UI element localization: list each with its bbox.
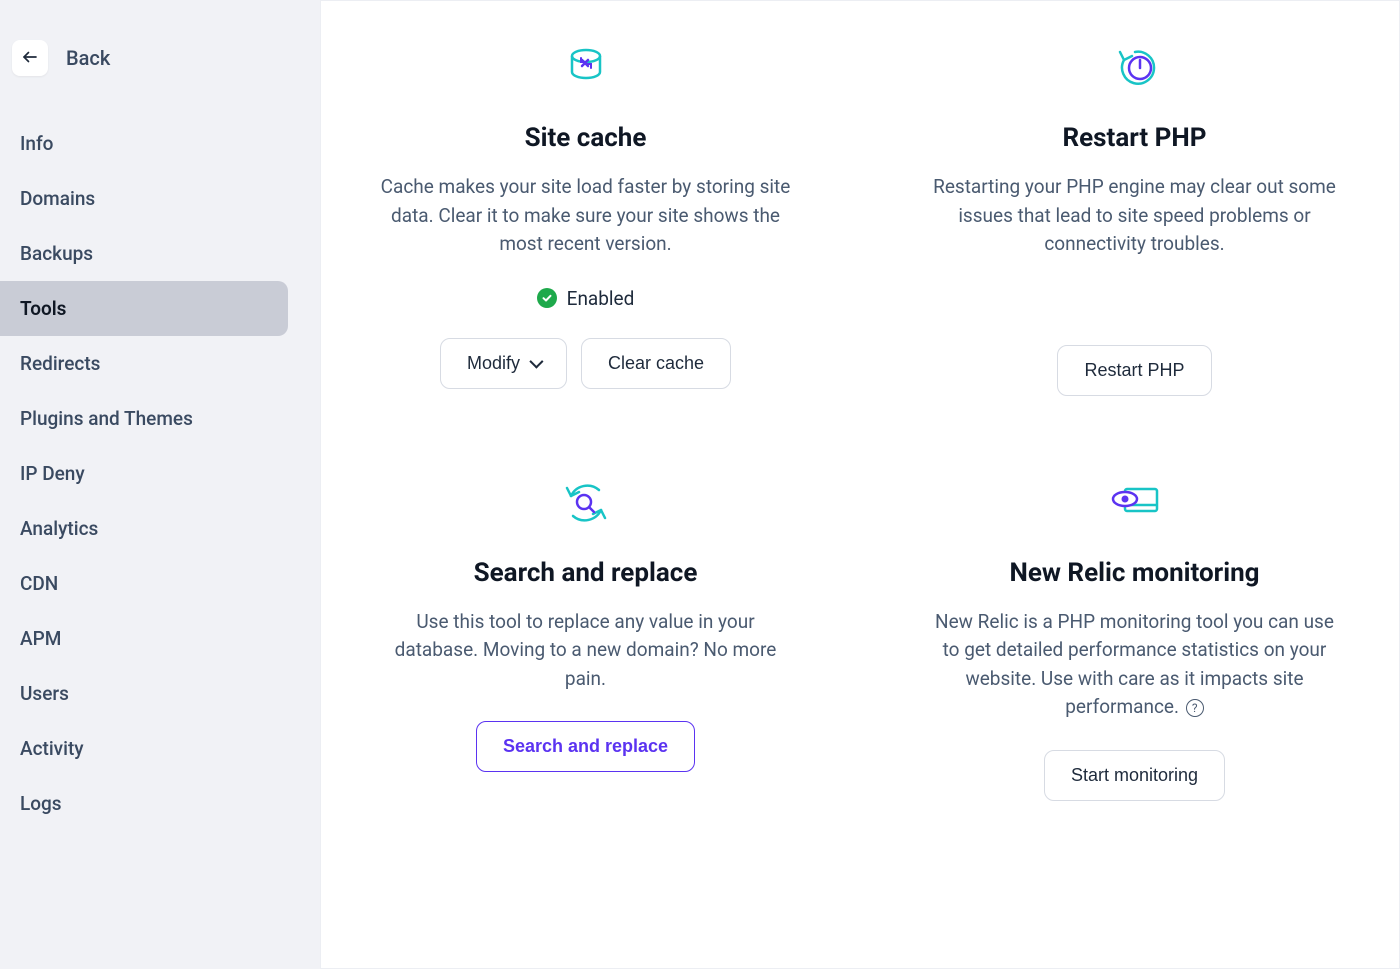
search-replace-icon <box>361 476 810 530</box>
restart-php-desc: Restarting your PHP engine may clear out… <box>925 173 1345 259</box>
search-replace-buttons: Search and replace <box>361 721 810 772</box>
site-cache-status: Enabled <box>361 287 810 310</box>
sidebar-item-users[interactable]: Users <box>0 666 288 721</box>
tools-grid: Site cache Cache makes your site load fa… <box>351 41 1369 801</box>
site-cache-title: Site cache <box>361 123 810 153</box>
card-search-replace: Search and replace Use this tool to repl… <box>351 476 820 801</box>
chevron-down-icon <box>529 355 543 369</box>
sidebar-item-backups[interactable]: Backups <box>0 226 288 281</box>
sidebar-item-activity[interactable]: Activity <box>0 721 288 776</box>
card-new-relic: New Relic monitoring New Relic is a PHP … <box>900 476 1369 801</box>
restart-icon <box>910 41 1359 95</box>
sidebar-item-analytics[interactable]: Analytics <box>0 501 288 556</box>
modify-button-label: Modify <box>467 353 520 374</box>
cache-icon <box>361 41 810 95</box>
sidebar-nav: Info Domains Backups Tools Redirects Plu… <box>0 116 320 831</box>
content-area: Site cache Cache makes your site load fa… <box>320 0 1400 969</box>
search-replace-button[interactable]: Search and replace <box>476 721 695 772</box>
sidebar-item-info[interactable]: Info <box>0 116 288 171</box>
check-icon <box>537 288 557 308</box>
search-replace-title: Search and replace <box>361 558 810 588</box>
start-monitoring-label: Start monitoring <box>1071 765 1198 786</box>
card-restart-php: Restart PHP Restarting your PHP engine m… <box>900 41 1369 396</box>
sidebar-item-redirects[interactable]: Redirects <box>0 336 288 391</box>
new-relic-buttons: Start monitoring <box>910 750 1359 801</box>
sidebar-item-plugins-themes[interactable]: Plugins and Themes <box>0 391 288 446</box>
clear-cache-label: Clear cache <box>608 353 704 374</box>
start-monitoring-button[interactable]: Start monitoring <box>1044 750 1225 801</box>
new-relic-desc: New Relic is a PHP monitoring tool you c… <box>925 608 1345 722</box>
spacer <box>910 287 1359 345</box>
sidebar-item-ip-deny[interactable]: IP Deny <box>0 446 288 501</box>
new-relic-title: New Relic monitoring <box>910 558 1359 588</box>
back-label: Back <box>66 46 110 70</box>
sidebar-item-logs[interactable]: Logs <box>0 776 288 831</box>
new-relic-desc-text: New Relic is a PHP monitoring tool you c… <box>935 610 1334 719</box>
restart-php-button-label: Restart PHP <box>1084 360 1184 381</box>
site-cache-buttons: Modify Clear cache <box>361 338 810 389</box>
sidebar-item-domains[interactable]: Domains <box>0 171 288 226</box>
sidebar-item-tools[interactable]: Tools <box>0 281 288 336</box>
site-cache-desc: Cache makes your site load faster by sto… <box>376 173 796 259</box>
restart-php-button[interactable]: Restart PHP <box>1057 345 1211 396</box>
restart-php-buttons: Restart PHP <box>910 345 1359 396</box>
arrow-left-icon <box>21 48 39 69</box>
sidebar-item-cdn[interactable]: CDN <box>0 556 288 611</box>
search-replace-button-label: Search and replace <box>503 736 668 757</box>
card-site-cache: Site cache Cache makes your site load fa… <box>351 41 820 396</box>
site-cache-status-text: Enabled <box>567 287 635 310</box>
sidebar: Back Info Domains Backups Tools Redirect… <box>0 0 320 969</box>
restart-php-title: Restart PHP <box>910 123 1359 153</box>
modify-button[interactable]: Modify <box>440 338 567 389</box>
back-button[interactable] <box>12 40 48 76</box>
sidebar-item-apm[interactable]: APM <box>0 611 288 666</box>
back-row: Back <box>0 0 320 116</box>
monitoring-icon <box>910 476 1359 530</box>
search-replace-desc: Use this tool to replace any value in yo… <box>376 608 796 694</box>
help-icon[interactable]: ? <box>1186 699 1204 717</box>
clear-cache-button[interactable]: Clear cache <box>581 338 731 389</box>
